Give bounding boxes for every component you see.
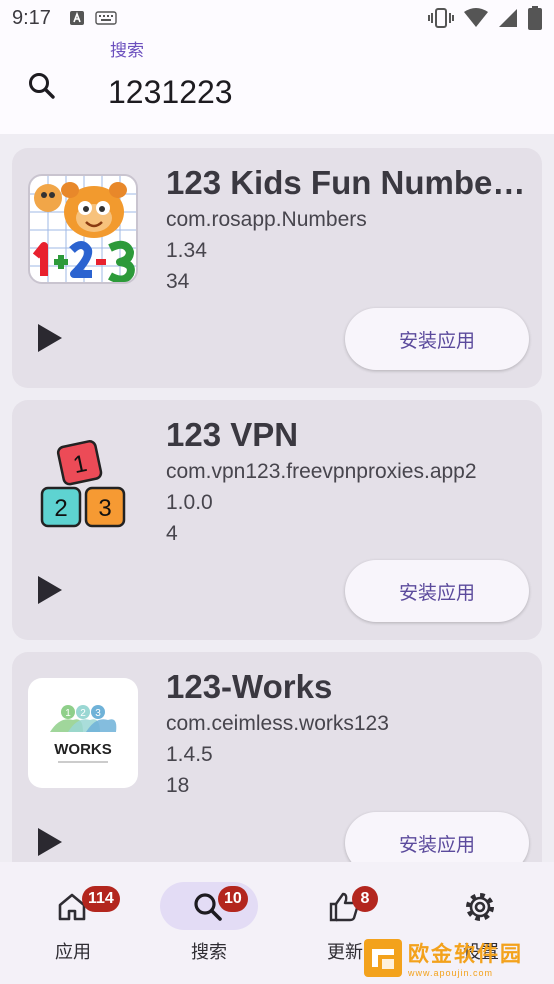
app-package: com.ceimless.works123: [166, 712, 389, 735]
wifi-icon: [464, 8, 488, 27]
app-card[interactable]: 1 2 3 123 VPN com.vpn123.freevpnproxies.…: [12, 400, 542, 640]
works-logo-word: WORKS: [54, 741, 112, 758]
app-package: com.vpn123.freevpnproxies.app2: [166, 460, 477, 483]
app-card[interactable]: 1 2 3 WORKS 123-Works com.ceimless.works…: [12, 652, 542, 862]
play-icon[interactable]: [34, 826, 66, 858]
app-icon-works: 1 2 3 WORKS: [28, 678, 138, 788]
play-icon[interactable]: [34, 574, 66, 606]
nav-badge-search: 10: [218, 886, 248, 912]
play-icon[interactable]: [34, 322, 66, 354]
search-icon[interactable]: [26, 70, 58, 102]
app-package: com.rosapp.Numbers: [166, 208, 367, 231]
watermark: 欧金软件园 www.apoujin.com: [362, 934, 552, 982]
nav-badge-apps: 114: [82, 886, 120, 912]
vpn-logo-digit-3: 3: [98, 495, 111, 522]
install-app-button[interactable]: 安装应用: [345, 812, 529, 862]
watermark-title: 欧金软件园: [408, 942, 523, 966]
app-version-code: 4: [166, 522, 178, 545]
app-version: 1.0.0: [166, 491, 213, 514]
search-input[interactable]: [108, 70, 528, 114]
app-card[interactable]: 123 Kids Fun Number… com.rosapp.Numbers …: [12, 148, 542, 388]
keyboard-a-icon: [69, 11, 84, 25]
search-floating-label: 搜索: [110, 41, 144, 61]
works-logo-digit-2: 2: [80, 708, 86, 719]
app-list: 123 Kids Fun Number… com.rosapp.Numbers …: [0, 134, 554, 862]
nav-badge-updates: 8: [352, 886, 378, 912]
install-app-button[interactable]: 安装应用: [345, 308, 529, 370]
works-logo-digit-1: 1: [65, 708, 71, 719]
signal-icon: [499, 9, 517, 27]
nav-label-apps: 应用: [55, 942, 91, 963]
status-right: [428, 6, 542, 30]
app-icon-kids-numbers: [28, 174, 138, 284]
status-bar: 9:17: [0, 0, 554, 36]
nav-item-apps[interactable]: 114 应用: [0, 862, 138, 984]
nav-label-search: 搜索: [191, 942, 227, 963]
nav-item-search[interactable]: 10 搜索: [136, 862, 274, 984]
app-name: 123-Works: [166, 668, 333, 705]
install-app-button[interactable]: 安装应用: [345, 560, 529, 622]
app-version-code: 34: [166, 270, 190, 293]
app-name: 123 VPN: [166, 416, 299, 453]
search-header: 搜索: [0, 36, 554, 134]
status-time: 9:17: [12, 6, 51, 29]
vpn-logo-digit-2: 2: [54, 495, 67, 522]
app-version: 1.4.5: [166, 743, 213, 766]
gear-icon: [466, 893, 494, 921]
app-version: 1.34: [166, 239, 207, 262]
battery-icon: [528, 6, 542, 30]
keyboard-icon: [95, 11, 117, 25]
vibrate-icon: [428, 8, 454, 28]
app-icon-vpn: 1 2 3: [28, 426, 138, 536]
watermark-logo-icon: [364, 939, 402, 977]
works-logo-digit-3: 3: [95, 708, 101, 719]
app-version-code: 18: [166, 774, 190, 797]
status-indicators: [69, 10, 117, 26]
watermark-url: www.apoujin.com: [408, 968, 494, 978]
app-name: 123 Kids Fun Number…: [166, 164, 526, 201]
